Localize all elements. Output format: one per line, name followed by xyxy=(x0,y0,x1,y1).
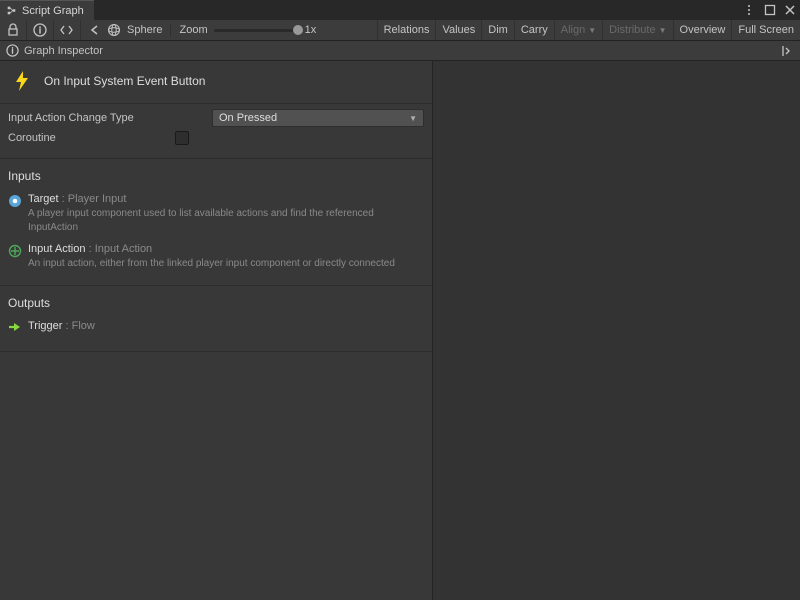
inputs-heading: Inputs xyxy=(0,158,432,189)
zoom-slider[interactable] xyxy=(214,29,299,32)
input-port-input-action: Input Action : Input Action An input act… xyxy=(8,239,424,275)
window-controls xyxy=(742,0,796,20)
outputs-list: Trigger : Flow xyxy=(0,316,432,352)
lock-button[interactable] xyxy=(0,20,27,40)
input-port-target: Target : Player Input A player input com… xyxy=(8,189,424,239)
code-button[interactable] xyxy=(54,20,81,40)
graph-inspector-header: Graph Inspector xyxy=(0,41,800,61)
inputs-list: Target : Player Input A player input com… xyxy=(0,189,432,285)
values-button[interactable]: Values xyxy=(435,20,481,40)
fullscreen-button[interactable]: Full Screen xyxy=(731,20,800,40)
maximize-icon[interactable] xyxy=(764,4,776,16)
change-type-label: Input Action Change Type xyxy=(8,112,208,124)
coroutine-checkbox[interactable] xyxy=(175,131,189,145)
outputs-heading: Outputs xyxy=(0,285,432,316)
zoom-group: Zoom 1x xyxy=(171,24,324,36)
inspector-node-title: On Input System Event Button xyxy=(44,74,205,88)
breadcrumb-label[interactable]: Sphere xyxy=(127,24,162,36)
output-port-trigger: Trigger : Flow xyxy=(8,316,424,339)
property-block: Input Action Change Type On Pressed ▼ Co… xyxy=(0,103,432,158)
hierarchy-icon xyxy=(6,5,17,16)
tab-title: Script Graph xyxy=(22,5,84,17)
flow-arrow-icon xyxy=(8,321,22,335)
carry-button[interactable]: Carry xyxy=(514,20,554,40)
kebab-icon[interactable] xyxy=(742,3,756,17)
close-icon[interactable] xyxy=(784,4,796,16)
prop-coroutine: Coroutine xyxy=(8,128,424,148)
chevron-down-icon: ▼ xyxy=(409,114,417,123)
align-button[interactable]: Align▼ xyxy=(554,20,602,40)
toolbar: Sphere Zoom 1x Relations Values Dim Carr… xyxy=(0,20,800,41)
graph-canvas[interactable]: On Input System Event Button On Pressed▼… xyxy=(433,61,800,600)
inspector-node-header: On Input System Event Button xyxy=(0,61,432,103)
inspector-panel: On Input System Event Button Input Actio… xyxy=(0,61,433,600)
overview-button[interactable]: Overview xyxy=(673,20,732,40)
sphere-icon xyxy=(107,23,121,37)
prop-change-type: Input Action Change Type On Pressed ▼ xyxy=(8,108,424,128)
back-icon[interactable] xyxy=(89,23,101,37)
bolt-icon xyxy=(10,69,34,93)
object-port-icon xyxy=(8,194,22,208)
tab-bar: Script Graph xyxy=(0,0,800,20)
breadcrumb-group: Sphere xyxy=(81,23,171,37)
crosshair-port-icon xyxy=(8,244,22,258)
tab-script-graph[interactable]: Script Graph xyxy=(0,0,94,20)
collapse-button[interactable] xyxy=(780,44,794,58)
info-button[interactable] xyxy=(27,20,54,40)
graph-inspector-label: Graph Inspector xyxy=(24,45,103,57)
distribute-button[interactable]: Distribute▼ xyxy=(602,20,672,40)
zoom-value: 1x xyxy=(305,24,317,36)
info-icon xyxy=(6,44,19,57)
relations-button[interactable]: Relations xyxy=(377,20,436,40)
dim-button[interactable]: Dim xyxy=(481,20,514,40)
change-type-dropdown[interactable]: On Pressed ▼ xyxy=(212,109,424,127)
zoom-label: Zoom xyxy=(179,24,207,36)
